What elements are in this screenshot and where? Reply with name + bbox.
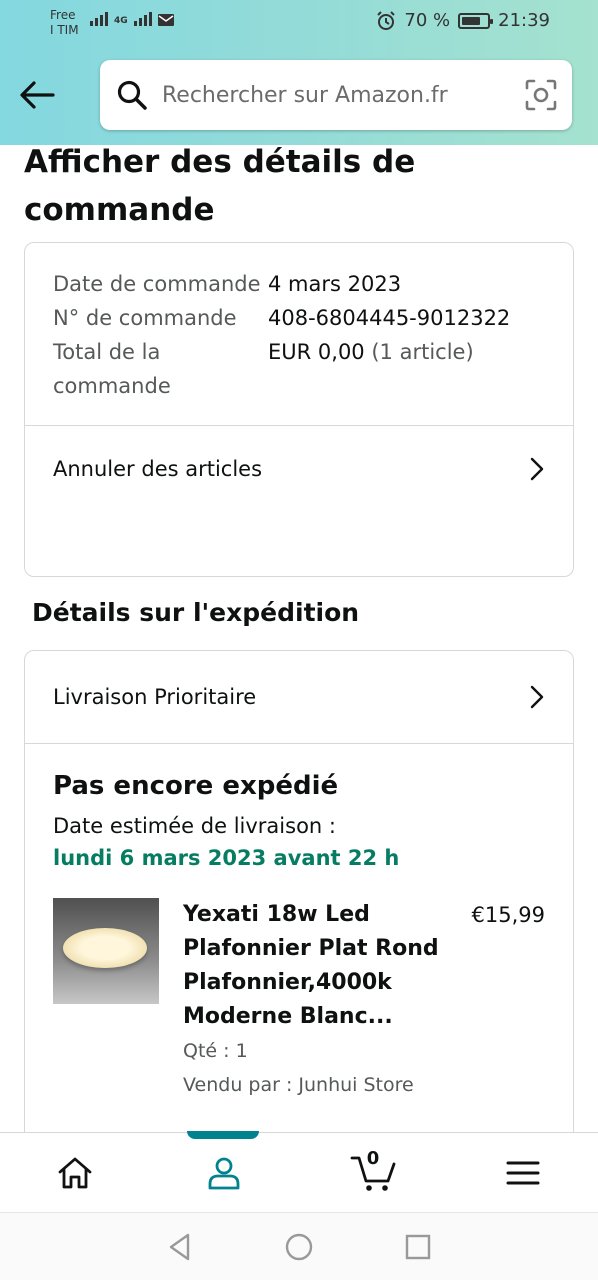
search-icon [117, 80, 147, 110]
detail-value: 4 mars 2023 [268, 272, 402, 296]
search-bar[interactable] [100, 60, 572, 130]
system-back-icon[interactable] [166, 1232, 194, 1262]
nav-cart[interactable]: 0 [339, 1138, 409, 1208]
person-icon [208, 1157, 240, 1189]
search-input[interactable] [162, 82, 524, 108]
shipping-card: Livraison Prioritaire Pas encore expédié… [24, 650, 574, 1150]
app-header: Free I TIM 4G 70 % 21:39 [0, 0, 598, 145]
shipping-section-title: Détails sur l'expédition [32, 598, 360, 627]
signal-icon-2 [133, 12, 152, 26]
cart-count-badge: 0 [366, 1147, 380, 1169]
shipment-status: Pas encore expédié [53, 771, 339, 801]
delivery-estimate-label: Date estimée de livraison : [53, 814, 336, 838]
shipping-method-button[interactable]: Livraison Prioritaire [25, 651, 573, 744]
detail-label: Date de commande [53, 272, 261, 296]
shipping-method-label: Livraison Prioritaire [53, 685, 257, 709]
detail-value: 408-6804445-9012322 [268, 306, 511, 330]
total-amount: EUR 0,00 [268, 340, 365, 364]
page-title: Afficher des détails de commande [24, 144, 416, 228]
order-details-card: Date de commande 4 mars 2023 N° de comma… [24, 242, 574, 577]
product-name-link[interactable]: Yexati 18w Led Plafonnier Plat Rond Plaf… [183, 898, 462, 1034]
nav-home[interactable] [40, 1138, 110, 1208]
nav-account[interactable] [189, 1138, 259, 1208]
system-home-icon[interactable] [284, 1232, 314, 1262]
signal-icons: 4G [90, 12, 174, 26]
nav-menu[interactable] [488, 1138, 558, 1208]
carrier-line-2: I TIM [50, 23, 79, 37]
cancel-items-label: Annuler des articles [53, 456, 263, 481]
status-carrier: Free I TIM [50, 8, 79, 38]
detail-value-total: EUR 0,00 (1 article) [268, 335, 545, 403]
item-count: (1 article) [371, 340, 474, 364]
item-price: €15,99 [471, 903, 545, 927]
detail-row-number: N° de commande 408-6804445-9012322 [53, 301, 545, 335]
battery-icon [458, 12, 494, 29]
chevron-right-icon [530, 457, 544, 480]
item-quantity: Qté : 1 [183, 1040, 248, 1062]
battery-percent: 70 % [404, 10, 451, 31]
order-item[interactable]: Yexati 18w Led Plafonnier Plat Rond Plaf… [53, 898, 545, 1102]
status-right: 70 % 21:39 [376, 10, 550, 31]
clock: 21:39 [498, 10, 550, 31]
chevron-right-icon [530, 685, 544, 709]
delivery-estimate-date: lundi 6 mars 2023 avant 22 h [53, 846, 400, 870]
item-info: Yexati 18w Led Plafonnier Plat Rond Plaf… [183, 898, 462, 1102]
system-nav-bar [0, 1212, 598, 1280]
cancel-items-button[interactable]: Annuler des articles [25, 425, 573, 511]
home-icon [58, 1157, 92, 1188]
hamburger-menu-icon [506, 1161, 540, 1184]
item-seller: Vendu par : Junhui Store [183, 1074, 414, 1096]
detail-row-date: Date de commande 4 mars 2023 [53, 267, 545, 301]
ceiling-lamp-image [63, 928, 147, 968]
back-button[interactable] [18, 76, 56, 114]
carrier-line-1: Free [50, 8, 76, 22]
detail-row-total: Total de la commande EUR 0,00 (1 article… [53, 335, 545, 403]
message-icon [157, 14, 174, 26]
order-details: Date de commande 4 mars 2023 N° de comma… [25, 243, 573, 425]
network-label: 4G [114, 16, 128, 26]
detail-label: Total de la commande [53, 340, 171, 398]
signal-icon [90, 12, 108, 26]
system-recents-icon[interactable] [404, 1233, 432, 1261]
camera-scan-icon[interactable] [524, 78, 558, 112]
arrow-left-icon [20, 81, 55, 109]
bottom-nav: 0 [0, 1131, 598, 1212]
detail-label: N° de commande [53, 306, 237, 330]
shipment-details: Pas encore expédié Date estimée de livra… [25, 744, 573, 1126]
product-image[interactable] [53, 898, 159, 1004]
alarm-icon [377, 10, 396, 30]
